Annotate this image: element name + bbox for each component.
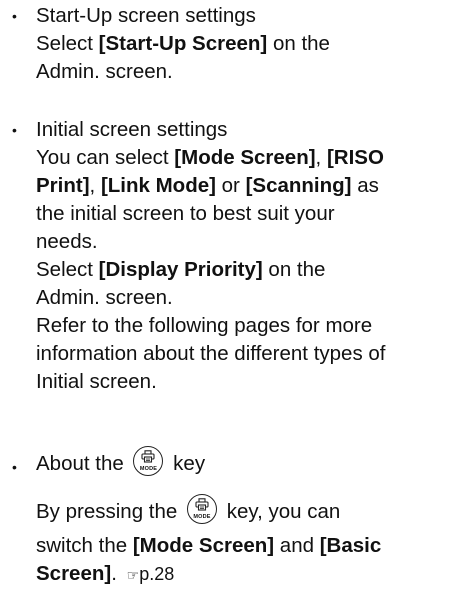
ui-label: [Basic <box>319 534 382 557</box>
list-item-about-mode-key: • About the MODE key By pressing the MOD… <box>12 444 461 590</box>
item-text: Refer to the following pages for more <box>36 314 373 337</box>
bullet: • <box>12 8 17 24</box>
ui-label: Print] <box>36 174 90 197</box>
list-item-startup-settings: • Start-Up screen settings Select [Start… <box>12 2 461 86</box>
item-text: information about the different types of <box>36 342 386 365</box>
bullet: • <box>12 122 17 138</box>
item-content: About the MODE key By pressing the MODE … <box>36 444 461 590</box>
item-content: Initial screen settings You can select [… <box>36 116 461 396</box>
item-text: Screen]. ☞p.28 <box>36 562 175 585</box>
bullet: • <box>12 459 17 475</box>
ui-label: [Mode Screen] <box>132 534 275 557</box>
ui-label: [Scanning] <box>245 174 352 197</box>
item-text: the initial screen to best suit your <box>36 202 335 225</box>
item-text: Select [Start-Up Screen] on the <box>36 32 330 55</box>
item-text: Admin. screen. <box>36 286 173 309</box>
item-title: Initial screen settings <box>36 118 228 141</box>
ui-label: [Link Mode] <box>100 174 216 197</box>
item-text: By pressing the MODE key, you can <box>36 492 461 532</box>
item-text: Initial screen. <box>36 370 157 393</box>
item-text: switch the [Mode Screen] and [Basic <box>36 534 382 557</box>
item-content: Start-Up screen settings Select [Start-U… <box>36 2 461 86</box>
item-text: needs. <box>36 230 98 253</box>
ui-label: [Start-Up Screen] <box>98 32 268 55</box>
page-reference-link[interactable]: p.28 <box>139 564 174 584</box>
list-item-initial-settings: • Initial screen settings You can select… <box>12 116 461 396</box>
ui-label: [Mode Screen] <box>174 146 316 169</box>
pointing-hand-icon: ☞ <box>126 568 140 584</box>
mode-key-icon: MODE <box>133 446 164 476</box>
item-title: About the MODE key <box>36 444 461 484</box>
item-title: Start-Up screen settings <box>36 4 256 27</box>
ui-label: Screen] <box>36 562 112 585</box>
item-text: Admin. screen. <box>36 60 173 83</box>
item-text: Select [Display Priority] on the <box>36 258 326 281</box>
ui-label: [RISO <box>326 146 384 169</box>
ui-label: [Display Priority] <box>98 258 263 281</box>
item-text: Print], [Link Mode] or [Scanning] as <box>36 174 379 197</box>
item-text: You can select [Mode Screen], [RISO <box>36 146 384 169</box>
mode-key-icon: MODE <box>187 494 218 524</box>
